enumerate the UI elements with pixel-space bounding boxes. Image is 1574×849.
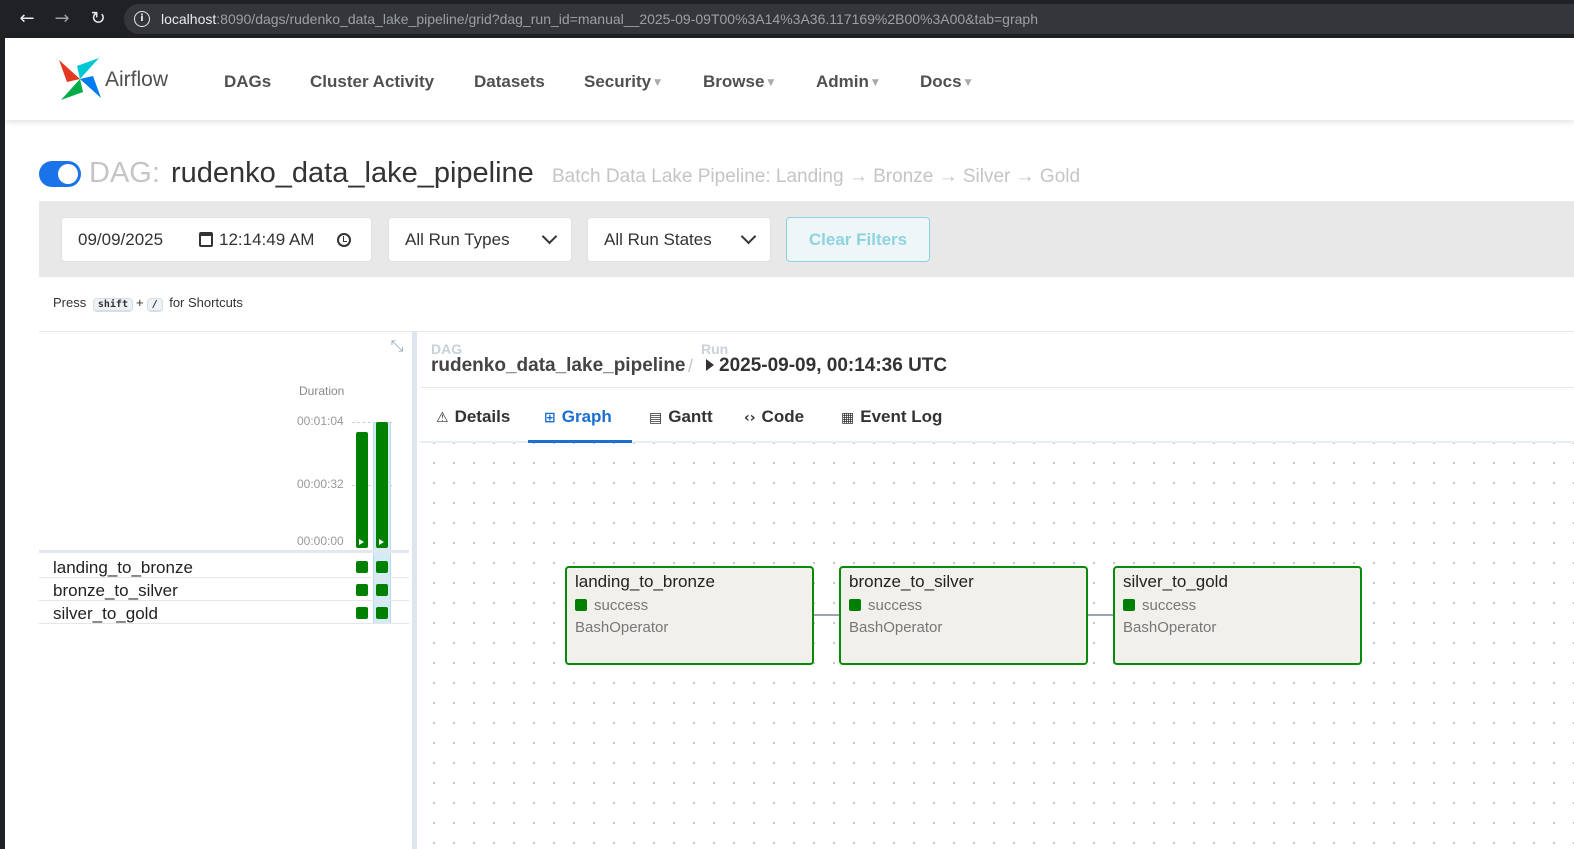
address-bar[interactable]: i localhost:8090/dags/rudenko_data_lake_…	[124, 4, 1574, 34]
divider	[420, 387, 1574, 388]
breadcrumb-separator: /	[688, 356, 694, 376]
task-instance-square[interactable]	[376, 584, 388, 596]
nav-security[interactable]: Security ▼	[584, 72, 661, 92]
task-instance-square[interactable]	[376, 561, 388, 573]
shortcuts-hint: Press shift + / for Shortcuts	[53, 295, 243, 312]
task-name[interactable]: landing_to_bronze	[53, 558, 193, 578]
play-icon	[379, 539, 384, 545]
nav-docs[interactable]: Docs ▼	[920, 72, 972, 92]
tab-details[interactable]: ⚠ Details	[436, 407, 510, 427]
calendar-icon: ▦	[841, 410, 855, 426]
date-value: 09/09/2025	[78, 230, 164, 249]
gantt-icon: ▤	[649, 410, 663, 426]
status-square	[849, 599, 861, 611]
site-info-icon[interactable]: i	[134, 11, 150, 27]
shift-key: shift	[92, 298, 133, 312]
graph-node-silver-to-gold[interactable]: silver_to_gold success BashOperator	[1113, 566, 1362, 665]
status-square	[1123, 599, 1135, 611]
calendar-icon[interactable]	[199, 232, 213, 247]
back-arrow-icon[interactable]: ←	[17, 9, 37, 29]
clear-filters-button[interactable]: Clear Filters	[786, 217, 930, 262]
nav-dags[interactable]: DAGs	[224, 72, 271, 92]
node-operator: BashOperator	[849, 619, 943, 636]
chevron-down-icon	[740, 228, 757, 245]
node-state: success	[849, 597, 922, 614]
node-name: bronze_to_silver	[849, 572, 974, 591]
node-name: landing_to_bronze	[575, 572, 715, 591]
run-type-select[interactable]: All Run Types	[388, 217, 572, 262]
filter-bar: 09/09/2025 12:14:49 AM All Run Types All…	[39, 201, 1574, 277]
airflow-logo-icon[interactable]	[57, 56, 103, 102]
run-state-value: All Run States	[604, 230, 712, 249]
graph-edge	[1087, 614, 1114, 616]
node-operator: BashOperator	[1123, 619, 1217, 636]
warning-triangle-icon: ⚠	[436, 410, 449, 426]
node-name: silver_to_gold	[1123, 572, 1228, 591]
caret-down-icon: ▼	[964, 78, 972, 88]
run-type-value: All Run Types	[405, 230, 510, 249]
task-name[interactable]: silver_to_gold	[53, 604, 158, 624]
task-instance-square[interactable]	[376, 607, 388, 619]
tab-code[interactable]: ‹› Code	[744, 407, 804, 427]
task-instance-square[interactable]	[356, 584, 368, 596]
browser-toolbar: ← → ↻ i localhost:8090/dags/rudenko_data…	[0, 0, 1574, 38]
window-edge	[0, 38, 5, 849]
node-state: success	[575, 597, 648, 614]
run-duration-bar[interactable]	[376, 422, 388, 548]
tab-graph[interactable]: ⊞ Graph	[544, 407, 612, 427]
code-icon: ‹›	[744, 410, 756, 426]
caret-down-icon: ▼	[871, 78, 879, 88]
reload-icon[interactable]: ↻	[88, 9, 108, 29]
graph-icon: ⊞	[544, 410, 556, 426]
play-icon	[706, 359, 714, 371]
forward-arrow-icon[interactable]: →	[52, 9, 72, 29]
dag-title-prefix: DAG:	[89, 157, 160, 189]
duration-label: Duration	[299, 384, 345, 398]
breadcrumb-run[interactable]: 2025-09-09, 00:14:36 UTC	[706, 355, 947, 377]
toggle-knob	[58, 164, 78, 184]
task-name[interactable]: bronze_to_silver	[53, 581, 178, 601]
divider	[39, 331, 1574, 332]
nav-datasets[interactable]: Datasets	[474, 72, 545, 92]
nav-cluster-activity[interactable]: Cluster Activity	[310, 72, 434, 92]
panel-resize-handle[interactable]	[412, 331, 417, 849]
task-row[interactable]: landing_to_bronze	[39, 555, 409, 578]
chevron-down-icon	[541, 228, 558, 245]
airflow-brand[interactable]: Airflow	[105, 68, 168, 92]
caret-down-icon: ▼	[654, 78, 662, 88]
graph-node-landing-to-bronze[interactable]: landing_to_bronze success BashOperator	[565, 566, 814, 665]
run-state-select[interactable]: All Run States	[587, 217, 771, 262]
time-value: 12:14:49 AM	[219, 230, 315, 249]
url-text[interactable]: localhost:8090/dags/rudenko_data_lake_pi…	[161, 11, 1038, 27]
task-row[interactable]: silver_to_gold	[39, 601, 409, 624]
node-state: success	[1123, 597, 1196, 614]
slash-key: /	[146, 298, 163, 312]
run-duration-bar[interactable]	[356, 432, 368, 548]
breadcrumb-dag[interactable]: rudenko_data_lake_pipeline	[431, 355, 686, 377]
task-row[interactable]: bronze_to_silver	[39, 578, 409, 601]
play-icon	[359, 539, 364, 545]
dag-pause-toggle[interactable]	[39, 161, 81, 187]
top-navbar: Airflow DAGs Cluster Activity Datasets S…	[5, 38, 1574, 120]
graph-node-bronze-to-silver[interactable]: bronze_to_silver success BashOperator	[839, 566, 1088, 665]
dag-title: rudenko_data_lake_pipeline	[171, 157, 534, 189]
task-instance-square[interactable]	[356, 561, 368, 573]
nav-browse[interactable]: Browse ▼	[703, 72, 774, 92]
tab-gantt[interactable]: ▤ Gantt	[649, 407, 713, 427]
duration-tick: 00:01:04	[297, 414, 344, 428]
node-operator: BashOperator	[575, 619, 669, 636]
clock-icon[interactable]	[337, 233, 351, 247]
grid-separator	[39, 550, 409, 553]
tab-event-log[interactable]: ▦ Event Log	[841, 407, 942, 427]
status-square	[575, 599, 587, 611]
duration-tick: 00:00:32	[297, 477, 344, 491]
task-instance-square[interactable]	[356, 607, 368, 619]
graph-edge	[813, 614, 840, 616]
dag-description: Batch Data Lake Pipeline: Landing → Bron…	[552, 166, 1081, 187]
duration-tick: 00:00:00	[297, 534, 344, 548]
collapse-icon[interactable]: ⤡	[388, 337, 406, 355]
caret-down-icon: ▼	[767, 78, 775, 88]
base-date-input[interactable]: 09/09/2025 12:14:49 AM	[61, 217, 372, 262]
nav-admin[interactable]: Admin ▼	[816, 72, 879, 92]
